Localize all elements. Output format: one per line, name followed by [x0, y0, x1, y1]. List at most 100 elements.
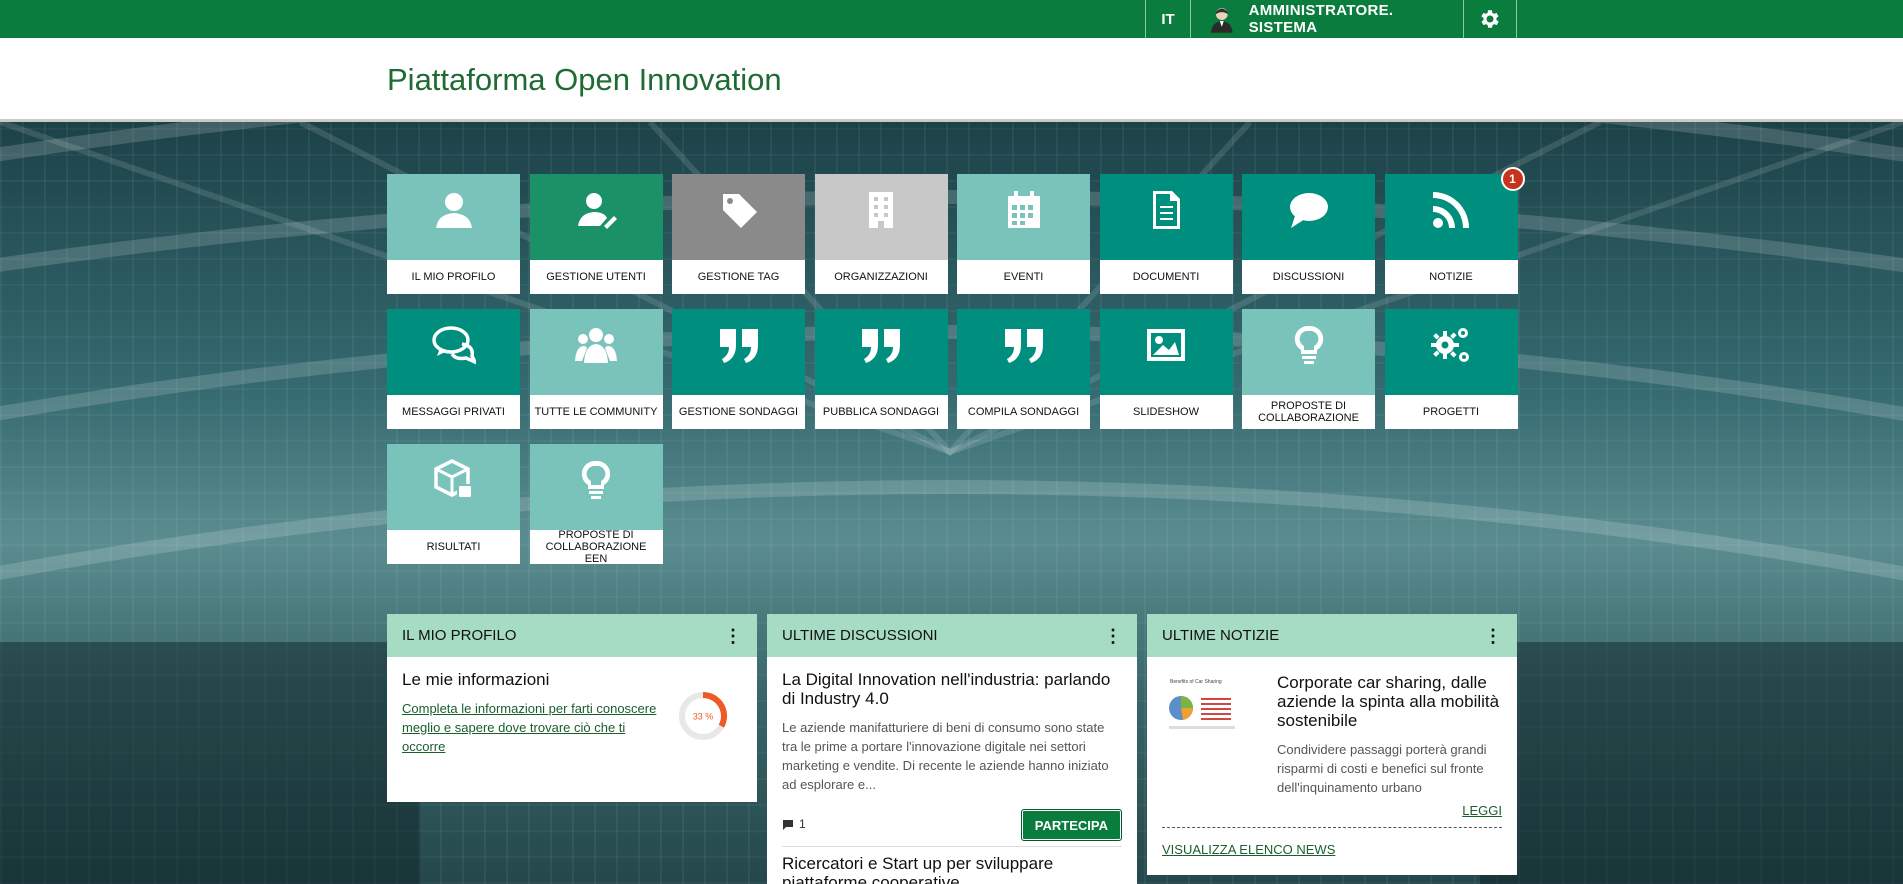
widget-header: IL MIO PROFILO ⋮	[387, 614, 757, 657]
lightbulb-icon	[581, 460, 611, 499]
discussion-title[interactable]: Ricercatori e Start up per sviluppare pi…	[782, 854, 1122, 884]
widget-title: ULTIME NOTIZIE	[1162, 627, 1280, 644]
quote-icon	[1004, 329, 1043, 363]
tile-eventi[interactable]: EVENTI	[957, 174, 1090, 294]
tile-proposte-di-collaborazione[interactable]: PROPOSTE DI COLLABORAZIONE	[1242, 309, 1375, 429]
divider	[782, 846, 1122, 847]
quote-icon	[862, 329, 900, 363]
tile-discussioni[interactable]: DISCUSSIONI	[1242, 174, 1375, 294]
discussion-excerpt: Le aziende manifatturiere di beni di con…	[782, 720, 1109, 792]
tile-label: PUBBLICA SONDAGGI	[822, 406, 940, 418]
tile-label: RISULTATI	[426, 541, 481, 553]
tile-label: SLIDESHOW	[1132, 406, 1199, 418]
user-menu[interactable]: AMMINISTRATORE. SISTEMA	[1190, 0, 1463, 38]
tile-icon-area	[957, 309, 1090, 395]
tile-compila-sondaggi[interactable]: COMPILA SONDAGGI	[957, 309, 1090, 429]
news-title[interactable]: Corporate car sharing, dalle aziende la …	[1277, 673, 1502, 730]
tile-label: EVENTI	[1003, 271, 1044, 283]
profile-progress-donut: 33 %	[679, 692, 727, 740]
tile-pubblica-sondaggi[interactable]: PUBBLICA SONDAGGI	[814, 309, 948, 429]
tile-organizzazioni[interactable]: ORGANIZZAZIONI	[814, 174, 948, 294]
tile-icon-area	[957, 174, 1090, 260]
tile-label: GESTIONE UTENTI	[546, 271, 646, 283]
user-avatar-icon	[1210, 8, 1233, 33]
gear-icon	[1481, 10, 1499, 28]
page-header: Piattaforma Open Innovation	[0, 38, 1903, 122]
news-excerpt: Condividere passaggi porterà grandi risp…	[1277, 742, 1487, 795]
tile-icon-area	[387, 309, 520, 395]
tile-il-mio-profilo[interactable]: IL MIO PROFILO	[387, 174, 520, 294]
kebab-menu-icon[interactable]: ⋮	[1484, 627, 1502, 645]
users-manage-icon	[578, 193, 617, 229]
divider	[1162, 827, 1502, 828]
tag-icon	[722, 194, 757, 228]
tile-gestione-tag[interactable]: GESTIONE TAG	[672, 174, 805, 294]
view-news-list-link[interactable]: VISUALIZZA ELENCO NEWS	[1162, 840, 1335, 859]
discussion-title[interactable]: La Digital Innovation nell'industria: pa…	[782, 670, 1122, 708]
news-thumbnail-caption: Benefits of Car Sharing	[1170, 679, 1222, 685]
news-widget: ULTIME NOTIZIE ⋮ Benefits of Car Sharing…	[1147, 614, 1517, 875]
tile-tutte-le-community[interactable]: TUTTE LE COMMUNITY	[529, 309, 663, 429]
tile-label: IL MIO PROFILO	[411, 271, 496, 283]
tile-messaggi-privati[interactable]: MESSAGGI PRIVATI	[387, 309, 520, 429]
tile-icon-area	[387, 174, 520, 260]
tile-icon-area	[1099, 174, 1233, 260]
tile-slideshow[interactable]: SLIDESHOW	[1099, 309, 1233, 429]
group-icon	[575, 328, 617, 363]
settings-button[interactable]	[1463, 0, 1517, 38]
tile-icon-area	[814, 174, 948, 260]
tile-label: DISCUSSIONI	[1272, 271, 1345, 283]
tile-icon-area	[814, 309, 948, 395]
tile-icon-area	[1384, 174, 1518, 260]
cube-icon	[433, 459, 473, 499]
notification-badge: 1	[1500, 167, 1525, 191]
document-icon	[1153, 191, 1180, 229]
tile-label: DOCUMENTI	[1132, 271, 1200, 283]
tile-icon-area	[1242, 174, 1375, 260]
lightbulb-icon	[1294, 325, 1323, 364]
read-more-link[interactable]: LEGGI	[1462, 801, 1502, 820]
kebab-menu-icon[interactable]: ⋮	[1104, 627, 1122, 645]
chat-bubbles-icon	[431, 326, 476, 365]
widget-title: ULTIME DISCUSSIONI	[782, 627, 938, 644]
discussions-widget: ULTIME DISCUSSIONI ⋮ La Digital Innovati…	[767, 614, 1137, 884]
comment-count: 1	[782, 817, 806, 831]
tile-notizie[interactable]: NOTIZIE 1	[1384, 167, 1525, 294]
tile-progetti[interactable]: PROGETTI	[1384, 309, 1518, 429]
tile-documenti[interactable]: DOCUMENTI	[1099, 174, 1233, 294]
language-selector[interactable]: IT	[1145, 0, 1190, 38]
comment-icon	[783, 819, 793, 830]
tile-icon-area	[1384, 309, 1518, 395]
tile-proposte-di-collaborazione-een[interactable]: PROPOSTE DI COLLABORAZIONE EEN	[529, 444, 663, 565]
tile-gestione-sondaggi[interactable]: GESTIONE SONDAGGI	[672, 309, 805, 429]
news-thumbnail[interactable]: Benefits of Car Sharing	[1165, 676, 1239, 736]
tile-label: PROGETTI	[1422, 406, 1480, 418]
widget-header: ULTIME DISCUSSIONI ⋮	[767, 614, 1137, 657]
progress-label: 33 %	[693, 712, 714, 722]
quote-icon	[719, 329, 758, 363]
profile-widget: IL MIO PROFILO ⋮ Le mie informazioni Com…	[387, 614, 757, 802]
tile-icon-area	[672, 309, 805, 395]
tile-gestione-utenti[interactable]: GESTIONE UTENTI	[529, 174, 663, 294]
page-title[interactable]: Piattaforma Open Innovation	[387, 62, 782, 98]
kebab-menu-icon[interactable]: ⋮	[724, 627, 742, 645]
comment-count-value: 1	[799, 817, 806, 831]
tile-label: GESTIONE TAG	[697, 271, 780, 283]
complete-profile-link[interactable]: Completa le informazioni per farti conos…	[402, 699, 667, 756]
tile-label: NOTIZIE	[1429, 271, 1473, 283]
tile-icon-area	[387, 444, 520, 530]
building-icon	[869, 192, 893, 228]
tile-label: MESSAGGI PRIVATI	[402, 406, 505, 418]
tile-label: GESTIONE SONDAGGI	[678, 406, 799, 418]
tile-risultati[interactable]: RISULTATI	[387, 444, 520, 564]
widget-title: IL MIO PROFILO	[402, 627, 517, 644]
participate-button[interactable]: PARTECIPA	[1020, 809, 1122, 841]
user-name: AMMINISTRATORE. SISTEMA	[1248, 2, 1394, 36]
widget-header: ULTIME NOTIZIE ⋮	[1147, 614, 1517, 657]
tile-label: COMPILA SONDAGGI	[967, 406, 1080, 418]
rss-icon	[1433, 192, 1469, 228]
speech-bubble-icon	[1289, 193, 1328, 228]
tile-label: ORGANIZZAZIONI	[834, 271, 928, 283]
tile-icon-area	[1242, 309, 1375, 395]
tile-label: PROPOSTE DI COLLABORAZIONE	[1258, 400, 1359, 424]
